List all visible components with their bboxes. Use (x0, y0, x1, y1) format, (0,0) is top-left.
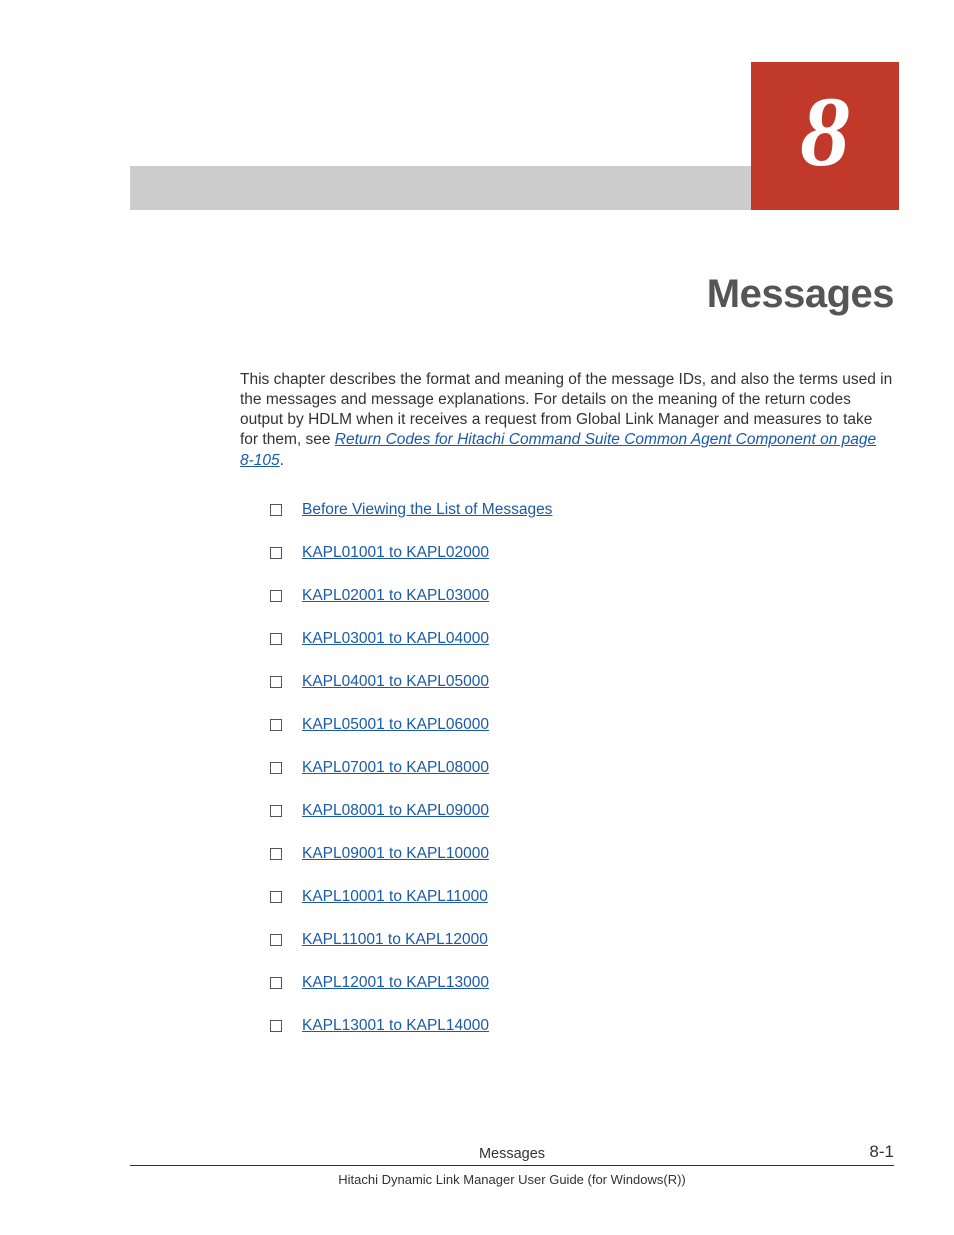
bullet-icon (270, 676, 282, 688)
bullet-icon (270, 504, 282, 516)
toc-link[interactable]: KAPL10001 to KAPL11000 (302, 888, 488, 906)
toc-item: KAPL09001 to KAPL10000 (270, 845, 894, 863)
bullet-icon (270, 934, 282, 946)
toc-list: Before Viewing the List of Messages KAPL… (240, 501, 894, 1035)
bullet-icon (270, 977, 282, 989)
bullet-icon (270, 1020, 282, 1032)
toc-link[interactable]: KAPL03001 to KAPL04000 (302, 630, 489, 648)
toc-item: KAPL13001 to KAPL14000 (270, 1017, 894, 1035)
bullet-icon (270, 891, 282, 903)
toc-link[interactable]: KAPL07001 to KAPL08000 (302, 759, 489, 777)
toc-link[interactable]: KAPL02001 to KAPL03000 (302, 587, 489, 605)
toc-link[interactable]: KAPL08001 to KAPL09000 (302, 802, 489, 820)
toc-link[interactable]: KAPL01001 to KAPL02000 (302, 544, 489, 562)
footer-section-name: Messages (479, 1146, 545, 1162)
intro-link[interactable]: Return Codes for Hitachi Command Suite C… (240, 431, 876, 468)
toc-link[interactable]: KAPL09001 to KAPL10000 (302, 845, 489, 863)
toc-link[interactable]: Before Viewing the List of Messages (302, 501, 552, 519)
toc-item: Before Viewing the List of Messages (270, 501, 894, 519)
toc-item: KAPL03001 to KAPL04000 (270, 630, 894, 648)
toc-link[interactable]: KAPL12001 to KAPL13000 (302, 974, 489, 992)
bullet-icon (270, 762, 282, 774)
toc-link[interactable]: KAPL13001 to KAPL14000 (302, 1017, 489, 1035)
toc-link[interactable]: KAPL11001 to KAPL12000 (302, 931, 488, 949)
bullet-icon (270, 848, 282, 860)
bullet-icon (270, 590, 282, 602)
footer-doc-title: Hitachi Dynamic Link Manager User Guide … (130, 1170, 894, 1187)
toc-link[interactable]: KAPL05001 to KAPL06000 (302, 716, 489, 734)
toc-item: KAPL08001 to KAPL09000 (270, 802, 894, 820)
intro-text-after: . (280, 452, 284, 469)
bullet-icon (270, 719, 282, 731)
page-footer: Messages 8-1 Hitachi Dynamic Link Manage… (130, 1144, 894, 1187)
toc-item: KAPL10001 to KAPL11000 (270, 888, 894, 906)
bullet-icon (270, 805, 282, 817)
toc-link[interactable]: KAPL04001 to KAPL05000 (302, 673, 489, 691)
toc-item: KAPL11001 to KAPL12000 (270, 931, 894, 949)
page: 8 Messages This chapter describes the fo… (0, 0, 954, 1235)
chapter-number: 8 (800, 82, 850, 182)
intro-paragraph: This chapter describes the format and me… (240, 370, 894, 471)
toc-item: KAPL07001 to KAPL08000 (270, 759, 894, 777)
content-area: This chapter describes the format and me… (240, 370, 894, 1060)
chapter-title: Messages (707, 272, 894, 317)
toc-item: KAPL04001 to KAPL05000 (270, 673, 894, 691)
chapter-number-box: 8 (751, 62, 899, 210)
toc-item: KAPL12001 to KAPL13000 (270, 974, 894, 992)
toc-item: KAPL01001 to KAPL02000 (270, 544, 894, 562)
footer-top-row: Messages 8-1 (130, 1144, 894, 1165)
bullet-icon (270, 633, 282, 645)
footer-divider (130, 1165, 894, 1166)
footer-page-number: 8-1 (869, 1142, 894, 1162)
bullet-icon (270, 547, 282, 559)
toc-item: KAPL02001 to KAPL03000 (270, 587, 894, 605)
chapter-header: 8 (0, 62, 954, 212)
toc-item: KAPL05001 to KAPL06000 (270, 716, 894, 734)
